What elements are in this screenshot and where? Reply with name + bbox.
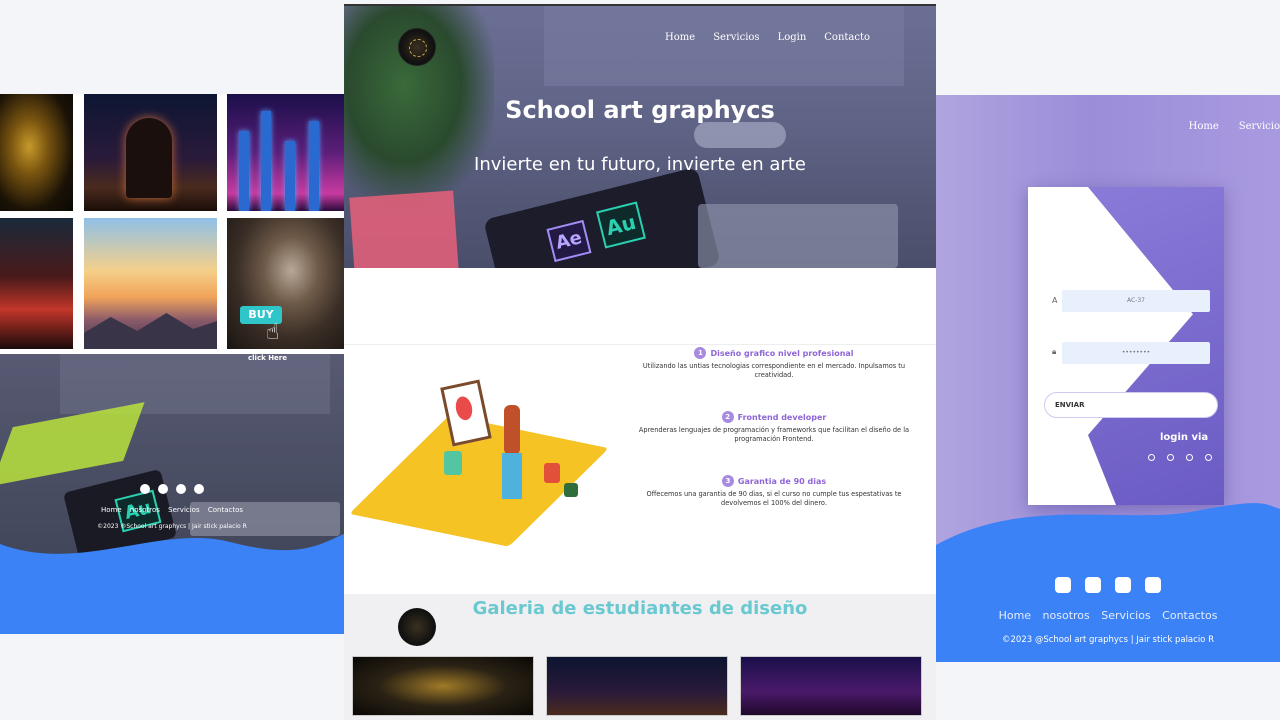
keyboard-decoration: [698, 204, 898, 268]
student-gallery-section: Galeria de estudiantes de diseño: [344, 594, 936, 720]
right-footer-links: Home nosotros Servicios Contactos: [936, 609, 1280, 622]
click-here-label: click Here: [248, 354, 287, 362]
feature-description: Aprenderas lenguajes de programación y f…: [638, 426, 910, 443]
feature-number-badge: 3: [721, 475, 734, 487]
right-panel-screenshot: Home Servicio Home nosotros Servicios Co…: [936, 95, 1280, 662]
nav-login[interactable]: Login: [778, 32, 807, 43]
gallery-thumb-red-neon-street[interactable]: [0, 218, 73, 349]
graphic-design-book: [349, 190, 459, 268]
login-social-icons: [1148, 454, 1212, 461]
feature-description: Utilizando las untias tecnologias corres…: [642, 362, 906, 379]
left-copyright: ©2023 ®School art graphycs | Jair stick …: [97, 523, 247, 530]
instagram-icon[interactable]: [1148, 454, 1155, 461]
gallery-thumb-golden-warrior[interactable]: [0, 94, 73, 211]
feature-title: Frontend developer: [737, 412, 827, 422]
feature-item: 2 Frontend developer Aprenderas lenguajes…: [634, 411, 914, 444]
right-nav: Home Servicio: [1189, 121, 1280, 132]
isometric-illustration: [0, 402, 145, 486]
feature-item: 1 Diseño grafico nivel profesional Utiliz…: [634, 347, 914, 380]
footer-link-contactos[interactable]: Contactos: [208, 506, 243, 514]
site-logo[interactable]: [398, 608, 436, 646]
gallery-image[interactable]: [740, 656, 922, 716]
linkedin-icon[interactable]: [1115, 577, 1131, 593]
feature-item: 3 Garantia de 90 dias Offecemos una garan…: [634, 475, 914, 508]
username-field[interactable]: AC-37: [1062, 290, 1210, 312]
hero-subtitle: Invierte en tu futuro, invierte en arte: [474, 154, 806, 175]
instagram-icon[interactable]: [1145, 577, 1161, 593]
center-panel-screenshot: Ae Au Home Servicios Login Contacto Scho…: [344, 4, 936, 720]
facebook-icon[interactable]: [1167, 454, 1174, 461]
footer-link-home[interactable]: Home: [101, 506, 122, 514]
instagram-icon[interactable]: [1186, 454, 1193, 461]
instagram-icon[interactable]: [194, 484, 204, 494]
submit-button[interactable]: ENVIAR: [1044, 392, 1218, 418]
site-logo[interactable]: [398, 28, 436, 66]
footer-link-nosotros[interactable]: nosotros: [130, 506, 160, 514]
gallery-thumb-night-sky-arch[interactable]: [84, 94, 217, 211]
main-nav: Home Servicios Login Contacto: [665, 32, 870, 43]
left-footer-wave: [0, 534, 344, 634]
feature-number-badge: 2: [721, 411, 734, 423]
footer-link-home[interactable]: Home: [999, 609, 1031, 622]
nav-servicios[interactable]: Servicios: [713, 32, 759, 43]
hero-section: Ae Au Home Servicios Login Contacto Scho…: [344, 6, 936, 268]
left-footer-links: Home nosotros Servicios Contactos: [0, 506, 344, 514]
user-icon: A: [1052, 296, 1058, 305]
gallery-thumb-kratos-warrior[interactable]: [227, 218, 344, 349]
right-social-icons: [936, 577, 1280, 593]
hero-title: School art graphycs: [505, 96, 775, 124]
left-panel-screenshot: Au: [0, 94, 344, 634]
right-copyright: ©2023 @School art graphycs | Jair stick …: [1002, 635, 1214, 645]
whatsapp-icon[interactable]: [1205, 454, 1212, 461]
feature-description: Offecemos una garantia de 90 dias, si el…: [646, 490, 902, 507]
feature-title: Diseño grafico nivel profesional: [710, 348, 854, 358]
linkedin-icon[interactable]: [176, 484, 186, 494]
pointer-hand-icon: ☝: [266, 320, 280, 345]
gallery-thumb-sunset-mountains[interactable]: [84, 218, 217, 349]
feature-title: Garantia de 90 dias: [737, 476, 827, 486]
left-social-icons: [115, 484, 229, 494]
nav-home[interactable]: Home: [1189, 121, 1219, 132]
nav-servicio[interactable]: Servicio: [1239, 121, 1280, 132]
artist-illustration: [349, 365, 609, 547]
gallery-thumb-neon-city[interactable]: [227, 94, 344, 211]
collage: Au BUY ☝ click Here Home nosotros Servic…: [0, 0, 1280, 720]
footer-link-nosotros[interactable]: nosotros: [1043, 609, 1090, 622]
password-field[interactable]: ••••••••: [1062, 342, 1210, 364]
features-section: 1 Diseño grafico nivel profesional Utiliz…: [344, 344, 936, 594]
footer-link-servicios[interactable]: Servicios: [1101, 609, 1150, 622]
facebook-icon[interactable]: [1055, 577, 1071, 593]
gallery-image[interactable]: [352, 656, 534, 716]
twitter-icon[interactable]: [158, 484, 168, 494]
feature-number-badge: 1: [694, 347, 707, 359]
footer-link-contactos[interactable]: Contactos: [1162, 609, 1217, 622]
nav-home[interactable]: Home: [665, 32, 695, 43]
twitter-icon[interactable]: [1085, 577, 1101, 593]
gallery-image[interactable]: [546, 656, 728, 716]
footer-link-servicios[interactable]: Servicios: [168, 506, 199, 514]
nav-contacto[interactable]: Contacto: [824, 32, 870, 43]
lock-icon: 🔒︎: [1052, 347, 1057, 356]
facebook-icon[interactable]: [140, 484, 150, 494]
login-via-label: login via: [1160, 432, 1209, 443]
